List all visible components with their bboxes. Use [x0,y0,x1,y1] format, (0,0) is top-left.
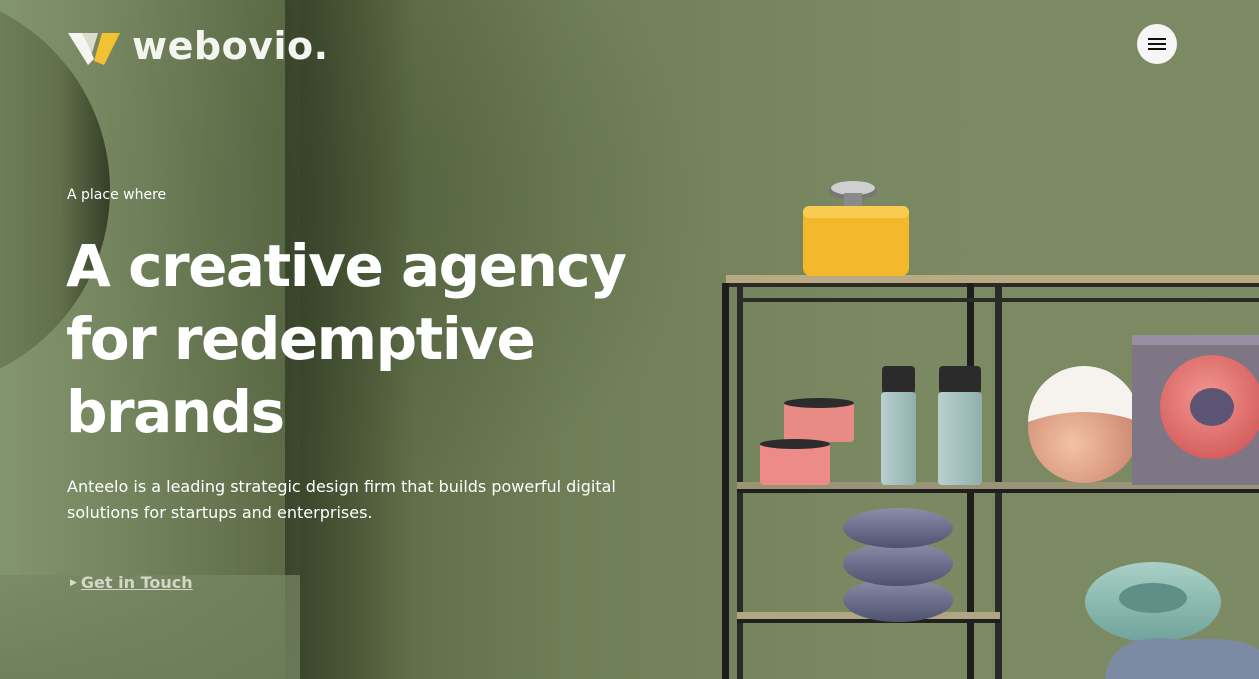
hero-description: Anteelo is a leading strategic design fi… [67,477,616,522]
shelf-illustration [722,181,1259,679]
brand-name: webovio. [132,24,329,68]
hamburger-menu-icon [1148,38,1166,50]
hero-eyebrow: A place where [67,187,167,203]
headline-line-3: brands [66,378,285,446]
shelf-top-board [726,275,1259,283]
webovio-logo-icon [68,33,120,65]
play-arrow-icon: ▶ [70,577,77,588]
headline-line-1: A creative agency [66,232,627,300]
cta-label: Get in Touch [80,573,193,592]
menu-button[interactable] [1137,24,1177,64]
hero-headline: A creative agency for redemptive brands [66,230,666,449]
brand-logo[interactable]: webovio. [68,24,329,68]
headline-line-2: for redemptive [66,305,536,373]
get-in-touch-link[interactable]: ▶ Get in Touch [70,573,193,592]
